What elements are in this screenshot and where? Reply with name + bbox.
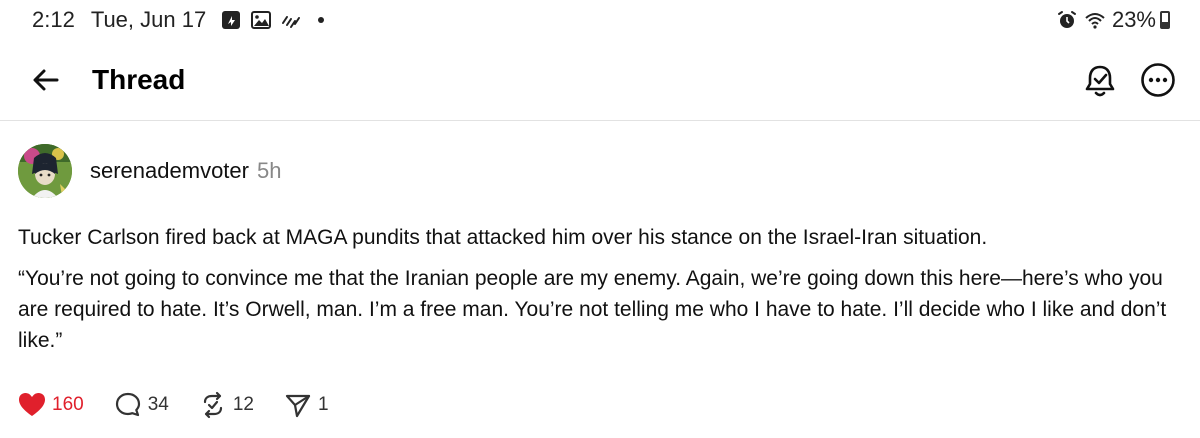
status-time: 2:12 (32, 7, 75, 32)
post-paragraph: “You’re not going to convince me that th… (18, 267, 1167, 352)
header-divider (0, 120, 1200, 121)
post-body: Tucker Carlson fired back at MAGA pundit… (18, 222, 1178, 366)
gallery-icon (250, 9, 272, 31)
repost-icon (203, 391, 222, 419)
post-paragraph: Tucker Carlson fired back at MAGA pundit… (18, 226, 988, 249)
post-actions: 160 34 12 1 (18, 390, 359, 420)
reply-count: 34 (147, 394, 169, 415)
alarm-icon (1056, 9, 1078, 31)
battery-percent: 23% (1111, 7, 1156, 32)
reply-button[interactable]: 34 (114, 391, 169, 419)
like-count: 160 (52, 394, 84, 415)
share-count: 1 (317, 394, 329, 415)
more-icon (1141, 63, 1175, 97)
post-timestamp: 5h (256, 158, 282, 183)
data-saver-icon (280, 9, 302, 31)
status-date: Tue, Jun 17 (90, 7, 207, 32)
status-bar: 2:12 Tue, Jun 17 23% (0, 0, 1200, 38)
arrow-left-icon (33, 69, 59, 91)
repost-button[interactable]: 12 (199, 391, 254, 419)
send-icon (285, 394, 311, 418)
page-title: Thread (92, 64, 186, 95)
more-options-button[interactable] (1138, 60, 1178, 100)
more-notifications-dot (318, 17, 325, 23)
back-button[interactable] (28, 62, 64, 98)
repost-count: 12 (232, 394, 254, 415)
app-notification-icon (220, 9, 242, 31)
comment-icon (115, 392, 140, 417)
avatar-image (18, 144, 72, 198)
notify-button[interactable] (1080, 60, 1120, 100)
wifi-icon (1084, 9, 1106, 31)
heart-icon (19, 393, 45, 416)
post-username[interactable]: serenademvoter (90, 158, 249, 184)
bell-check-icon (1085, 65, 1115, 97)
share-button[interactable]: 1 (284, 391, 329, 419)
battery-icon (1160, 11, 1170, 29)
like-button[interactable]: 160 (18, 391, 84, 419)
post-header: serenademvoter 5h (90, 158, 281, 186)
avatar[interactable] (18, 144, 72, 198)
top-app-bar: Thread (0, 44, 1200, 120)
